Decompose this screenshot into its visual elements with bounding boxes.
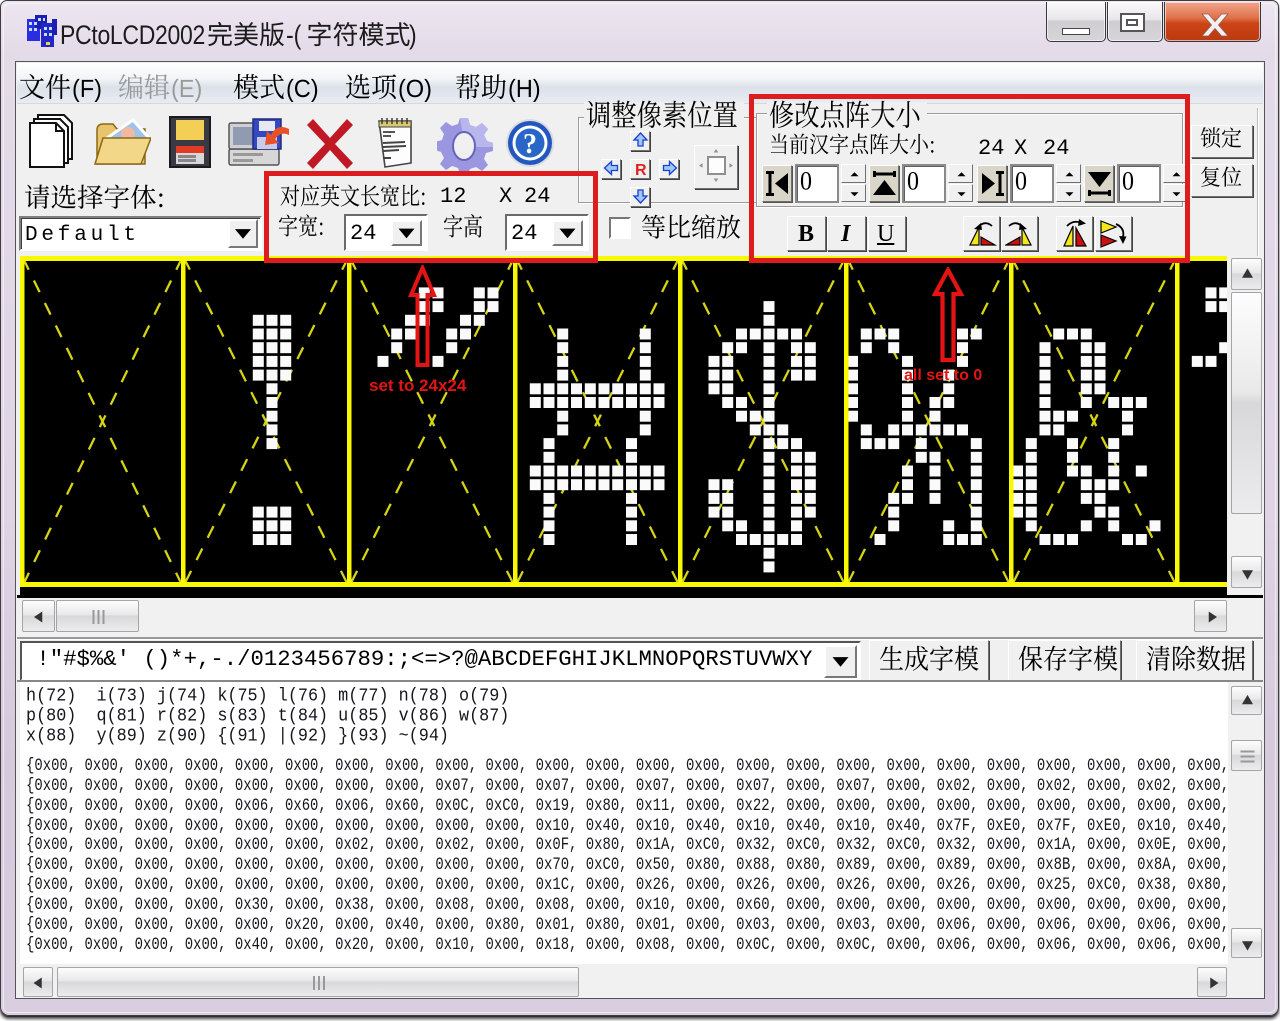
svg-text:?: ? <box>523 129 537 160</box>
